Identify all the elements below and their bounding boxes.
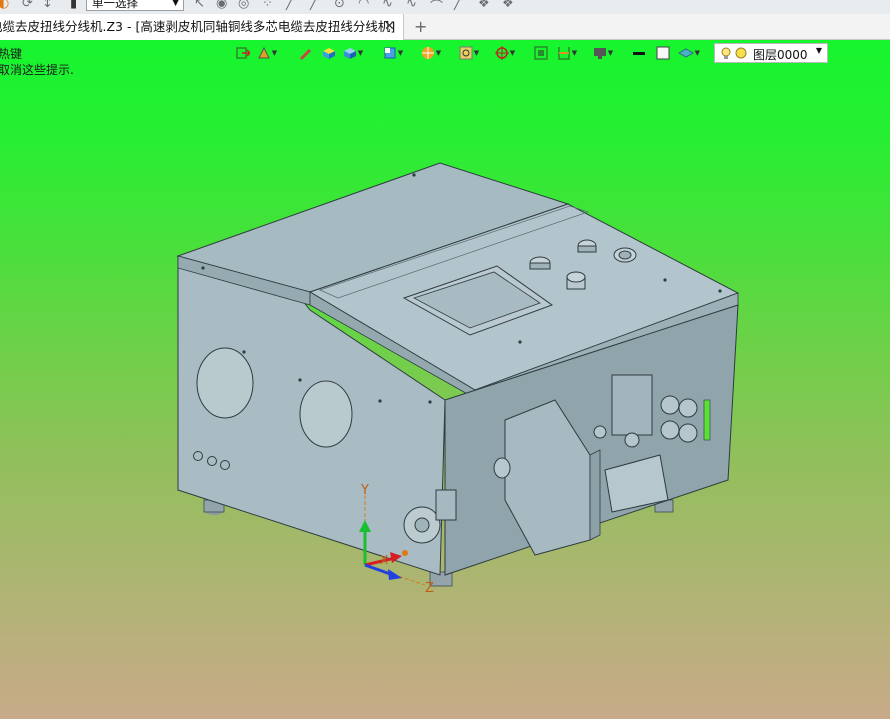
- machine-3d-model[interactable]: Y X Z: [0, 40, 890, 719]
- snap-icon[interactable]: ◎: [238, 0, 249, 11]
- line-icon[interactable]: ╱: [454, 0, 462, 11]
- bracket: [435, 489, 457, 521]
- pick-icon[interactable]: ↖: [194, 0, 205, 11]
- close-icon[interactable]: ✕: [384, 14, 395, 40]
- side-slot: [703, 399, 711, 441]
- document-tab-title: 电缆去皮扭线分线机.Z3 - [高速剥皮机同轴铜线多芯电缆去皮扭线分线机]: [0, 19, 396, 34]
- circle-icon[interactable]: ⊙: [334, 0, 345, 11]
- arc-icon[interactable]: ◠: [358, 0, 369, 11]
- line-icon[interactable]: ╱: [286, 0, 294, 11]
- gear: [493, 457, 511, 479]
- selection-mode-select[interactable]: 单一选择 ▼: [86, 0, 184, 11]
- chevron-down-icon: ▼: [172, 0, 179, 8]
- side-port: [196, 347, 254, 419]
- render-icon[interactable]: ❖: [478, 0, 490, 11]
- cutter-housing-side: [589, 449, 601, 541]
- pattern-icon[interactable]: ⁘: [262, 0, 273, 11]
- select-icon[interactable]: ▮: [70, 0, 77, 11]
- axis-label-z: Z: [425, 581, 434, 596]
- wave-icon[interactable]: ∿: [406, 0, 417, 11]
- curve-icon[interactable]: ∿: [382, 0, 393, 11]
- new-tab-button[interactable]: +: [414, 14, 427, 40]
- redo-icon[interactable]: ⟳: [22, 0, 33, 11]
- document-tab[interactable]: 电缆去皮扭线分线机.Z3 - [高速剥皮机同轴铜线多芯电缆去皮扭线分线机] ✕: [0, 14, 404, 40]
- axis-label-y: Y: [360, 483, 369, 498]
- top-toolbar: ◐ ⟳ ↕ ▮ 单一选择 ▼ ↖ ◉ ◎ ⁘ ╱ ╱ ⊙ ◠ ∿ ∿ ⌒ ╱ ❖…: [0, 0, 890, 14]
- document-tab-bar: 电缆去皮扭线分线机.Z3 - [高速剥皮机同轴铜线多芯电缆去皮扭线分线机] ✕ …: [0, 14, 890, 40]
- render-icon[interactable]: ❖: [502, 0, 514, 11]
- selection-mode-value: 单一选择: [92, 0, 138, 10]
- play-icon[interactable]: ◉: [216, 0, 227, 11]
- line-icon[interactable]: ╱: [310, 0, 318, 11]
- filter-icon[interactable]: ↕: [42, 0, 53, 11]
- axis-label-x: X: [380, 553, 388, 567]
- side-port: [299, 380, 353, 448]
- trim-icon[interactable]: ⌒: [430, 0, 443, 14]
- 3d-viewport[interactable]: 热键 取消这些提示. ▼ ▼ ▼ ▼ ▼ ▼ ▼ ▼ ▼ 图层0000 ▼ Y …: [0, 40, 890, 719]
- undo-icon[interactable]: ◐: [0, 0, 9, 11]
